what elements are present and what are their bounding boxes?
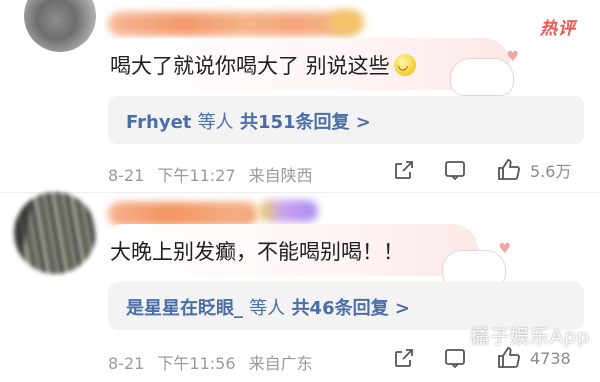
comment-meta: 8-21 下午11:56 来自广东 — [108, 350, 321, 374]
user-badge-blurred — [330, 10, 364, 34]
share-icon — [392, 346, 416, 370]
comment-icon — [443, 158, 467, 182]
comment-date: 8-21 — [108, 354, 145, 373]
reply-count[interactable]: 共46条回复 > — [292, 298, 410, 319]
comment-text-content: 喝大了就说你喝大了 别说这些 — [110, 54, 390, 78]
smile-emoji-icon — [393, 54, 416, 76]
reply-summary[interactable]: Frhyet 等人 共151条回复 > — [126, 108, 371, 134]
comment-location: 来自陕西 — [248, 166, 313, 185]
like-button[interactable]: 5.6万 — [496, 158, 571, 182]
user-badge-blurred — [258, 200, 318, 222]
username-blurred[interactable] — [108, 202, 258, 226]
reply-summary-box[interactable]: Frhyet 等人 共151条回复 > — [108, 96, 584, 144]
comment-icon — [443, 346, 467, 370]
reply-names[interactable]: Frhyet — [126, 112, 191, 133]
hot-comment-badge: 热评 — [540, 19, 576, 39]
comment-time: 下午11:56 — [157, 354, 236, 373]
reply-summary[interactable]: 是星星在眨眼_ 等人 共46条回复 > — [126, 294, 410, 320]
like-icon — [496, 158, 522, 182]
reply-suffix: 等人 — [249, 298, 286, 319]
reply-count[interactable]: 共151条回复 > — [240, 112, 371, 133]
avatar[interactable] — [14, 192, 96, 274]
share-icon — [392, 158, 416, 182]
reply-suffix: 等人 — [197, 112, 234, 133]
share-button[interactable] — [392, 158, 416, 182]
divider — [0, 192, 600, 193]
comment-location: 来自广东 — [248, 354, 313, 373]
like-icon — [496, 346, 522, 370]
like-count: 4738 — [530, 348, 571, 368]
username-blurred[interactable] — [108, 12, 358, 36]
share-button[interactable] — [392, 346, 416, 370]
like-button[interactable]: 4738 — [496, 346, 571, 370]
cat-sticker-icon — [450, 49, 519, 96]
reply-button[interactable] — [443, 346, 467, 370]
reply-button[interactable] — [443, 158, 467, 182]
comment-text-content: 大晚上别发癫，不能喝别喝！！ — [110, 240, 404, 264]
watermark: 橘子娱乐App — [470, 326, 591, 348]
comment-text: 大晚上别发癫，不能喝别喝！！ — [110, 236, 404, 266]
comment-text: 喝大了就说你喝大了 别说这些 — [110, 50, 416, 80]
comment-date: 8-21 — [108, 166, 145, 185]
reply-names[interactable]: 是星星在眨眼_ — [126, 298, 243, 319]
comment-time: 下午11:27 — [157, 166, 236, 185]
avatar[interactable] — [24, 0, 96, 52]
like-count: 5.6万 — [530, 162, 572, 181]
comment-meta: 8-21 下午11:27 来自陕西 — [108, 162, 321, 186]
